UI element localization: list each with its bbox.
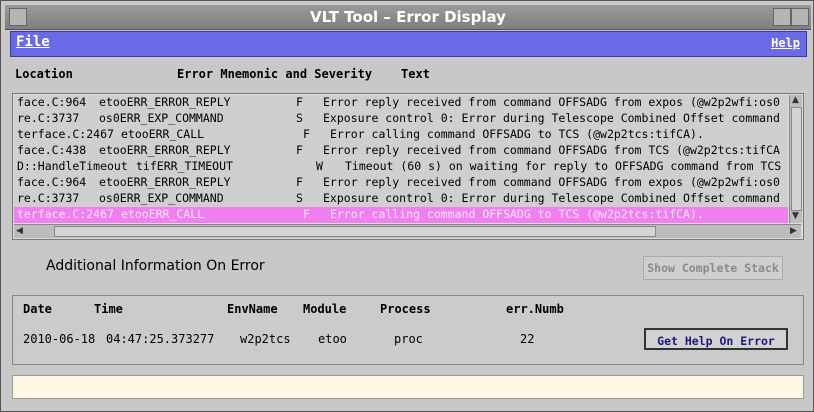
info-value-process: proc xyxy=(394,332,423,346)
error-mnemonic: etooERR_ERROR_REPLY xyxy=(99,95,231,109)
error-mnemonic: etooERR_CALL xyxy=(121,127,205,141)
menu-help[interactable]: Help xyxy=(771,36,800,50)
error-text: Error calling command OFFSADG to TCS (@w… xyxy=(330,127,704,141)
menu-bar: File Help xyxy=(10,31,807,57)
info-header-process: Process xyxy=(380,302,431,316)
error-location: terface.C:2467 xyxy=(17,127,114,141)
error-text: Error reply received from command OFFSAD… xyxy=(323,95,780,109)
show-complete-stack-button[interactable]: Show Complete Stack xyxy=(643,256,783,280)
error-row[interactable]: re.C:3737 os0ERR_EXP_COMMAND S Exposure con… xyxy=(14,111,788,127)
error-text: Error calling command OFFSADG to TCS (@w… xyxy=(330,207,704,221)
error-severity: F xyxy=(296,143,303,157)
info-header-time: Time xyxy=(94,302,123,316)
error-severity: S xyxy=(296,111,303,125)
scroll-down-icon[interactable]: ▼ xyxy=(792,211,799,221)
error-text: Exposure control 0: Error during Telesco… xyxy=(323,111,780,125)
vertical-scrollbar[interactable]: ▲ ▼ xyxy=(789,95,802,223)
error-location: face.C:964 xyxy=(17,175,87,189)
error-severity: S xyxy=(296,191,303,205)
error-location: terface.C:2467 xyxy=(17,207,114,221)
info-value-envname: w2p2tcs xyxy=(240,332,291,346)
scroll-up-icon[interactable]: ▲ xyxy=(792,95,799,105)
error-text: Exposure control 0: Error during Telesco… xyxy=(323,191,780,205)
menu-file[interactable]: File xyxy=(16,34,50,50)
error-mnemonic: etooERR_ERROR_REPLY xyxy=(99,175,231,189)
error-location: face.C:964 xyxy=(17,95,87,109)
error-text: Timeout (60 s) on waiting for reply to O… xyxy=(345,159,782,173)
error-severity: F xyxy=(296,95,303,109)
error-location: re.C:3737 xyxy=(17,191,80,205)
error-info-panel: Date Time EnvName Module Process err.Num… xyxy=(12,295,804,365)
info-header-errnumb: err.Numb xyxy=(506,302,564,316)
column-header-text: Text xyxy=(401,67,430,81)
error-list-rows: face.C:964 etooERR_ERROR_REPLY F Error repl… xyxy=(14,95,788,223)
scroll-right-icon[interactable]: ▶ xyxy=(790,226,797,236)
error-row[interactable]: terface.C:2467 etooERR_CALL F Error calling… xyxy=(14,127,788,143)
info-value-time: 04:47:25.373277 xyxy=(106,332,215,346)
horizontal-scroll-thumb[interactable] xyxy=(54,226,656,237)
error-row[interactable]: face.C:438 etooERR_ERROR_REPLY F Error repl… xyxy=(14,143,788,159)
error-severity: F xyxy=(303,127,310,141)
column-header-location: Location xyxy=(15,67,73,81)
error-mnemonic: etooERR_ERROR_REPLY xyxy=(99,143,231,157)
error-row[interactable]: face.C:964 etooERR_ERROR_REPLY F Error repl… xyxy=(14,95,788,111)
info-value-errnumb: 22 xyxy=(520,332,535,346)
window-menu-icon[interactable] xyxy=(9,8,27,26)
scroll-left-icon[interactable]: ◀ xyxy=(16,226,23,236)
error-text: Error reply received from command OFFSAD… xyxy=(323,143,780,157)
error-location: face.C:438 xyxy=(17,143,87,157)
column-header-mnemonic: Error Mnemonic and Severity xyxy=(177,67,373,81)
status-bar xyxy=(12,375,804,399)
info-header-envname: EnvName xyxy=(227,302,278,316)
horizontal-scrollbar[interactable]: ◀ ▶ xyxy=(14,224,801,238)
additional-info-label: Additional Information On Error xyxy=(46,258,265,274)
info-value-module: etoo xyxy=(318,332,347,346)
error-severity: W xyxy=(316,159,323,173)
get-help-on-error-button[interactable]: Get Help On Error xyxy=(644,328,788,350)
error-severity: F xyxy=(303,207,310,221)
error-mnemonic: etooERR_CALL xyxy=(121,207,205,221)
error-text: Error reply received from command OFFSAD… xyxy=(323,175,780,189)
minimize-icon[interactable] xyxy=(773,8,791,26)
window-title: VLT Tool – Error Display xyxy=(5,5,811,30)
info-header-date: Date xyxy=(23,302,52,316)
maximize-icon[interactable] xyxy=(791,8,809,26)
error-row[interactable]: face.C:964 etooERR_ERROR_REPLY F Error repl… xyxy=(14,175,788,191)
error-display-window: VLT Tool – Error Display File Help Locat… xyxy=(0,0,814,412)
vertical-scroll-thumb[interactable] xyxy=(791,107,802,211)
info-header-module: Module xyxy=(303,302,347,316)
error-mnemonic: tifERR_TIMEOUT xyxy=(136,159,233,173)
error-location: D::HandleTimeout xyxy=(17,159,128,173)
error-severity: F xyxy=(296,175,303,189)
error-location: re.C:3737 xyxy=(17,111,80,125)
info-value-date: 2010-06-18 xyxy=(23,332,96,346)
error-row[interactable]: terface.C:2467 etooERR_CALL F Error calling… xyxy=(14,207,788,223)
error-list[interactable]: face.C:964 etooERR_ERROR_REPLY F Error repl… xyxy=(12,93,804,240)
error-row[interactable]: D::HandleTimeout tifERR_TIMEOUT W Timeout (… xyxy=(14,159,788,175)
error-row[interactable]: re.C:3737 os0ERR_EXP_COMMAND S Exposure con… xyxy=(14,191,788,207)
error-mnemonic: os0ERR_EXP_COMMAND xyxy=(99,111,224,125)
error-mnemonic: os0ERR_EXP_COMMAND xyxy=(99,191,224,205)
